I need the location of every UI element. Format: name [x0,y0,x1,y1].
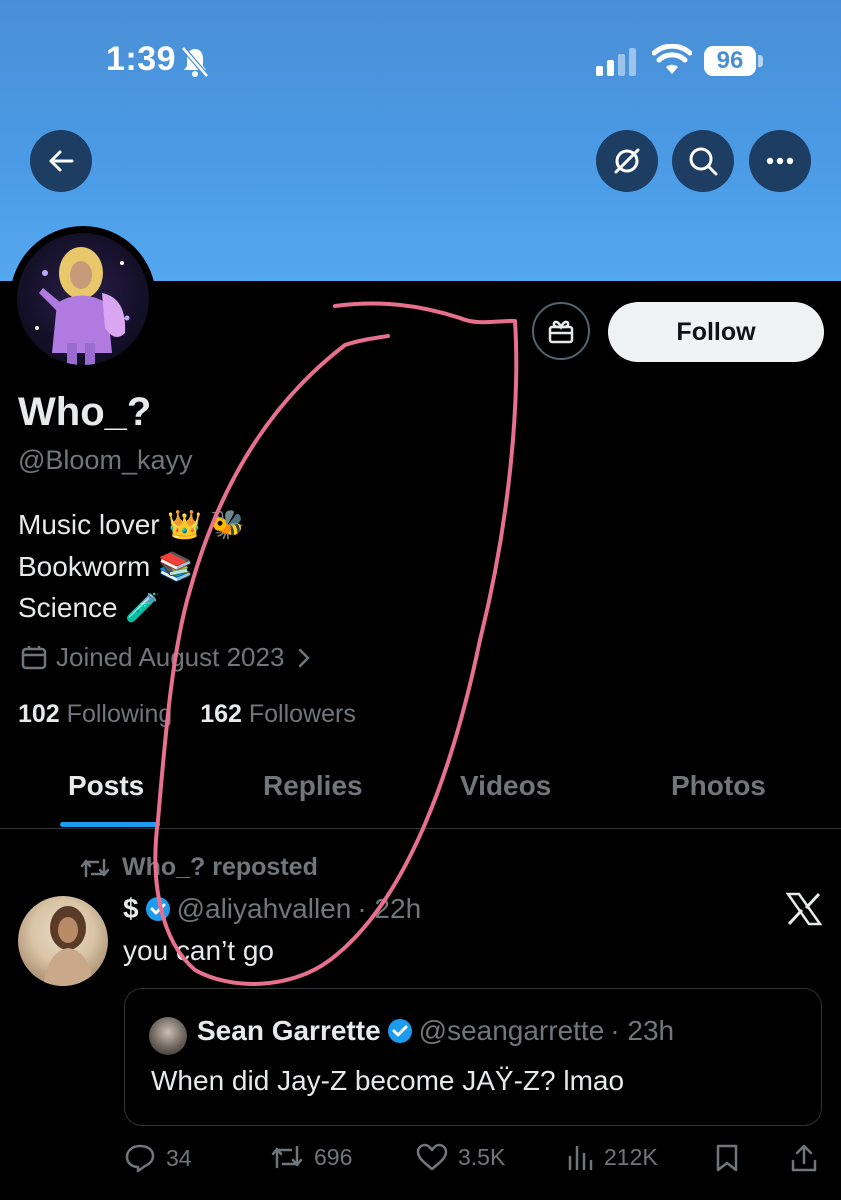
more-button[interactable] [749,130,811,192]
follow-button[interactable]: Follow [608,302,824,362]
bookmark-button[interactable] [714,1143,740,1173]
post-avatar-image [43,906,93,986]
following-link[interactable]: 102 Following [18,700,172,728]
following-count: 102 [18,700,60,728]
repost-button[interactable]: 696 [270,1143,352,1171]
cellular-signal-icon [596,48,636,76]
share-button[interactable] [790,1143,818,1173]
quoted-post[interactable]: Sean Garrette @seangarrette · 23h When d… [124,988,822,1126]
joined-label: Joined August 2023 [56,642,285,672]
views-button[interactable]: 212K [566,1143,658,1171]
tab-photos[interactable]: Photos [671,770,766,802]
grok-icon [614,148,640,174]
post-time: · 22h [357,893,422,924]
followers-count: 162 [200,700,242,728]
followers-label: Followers [248,700,356,728]
search-button[interactable] [672,130,734,192]
tab-videos[interactable]: Videos [460,770,551,802]
battery-indicator: 96 [704,46,756,76]
wifi-icon [652,44,692,74]
quote-header: Sean Garrette @seangarrette · 23h [197,1015,674,1047]
avatar-illustration [35,247,130,365]
post-author-name[interactable]: $ [123,893,139,925]
quote-text: When did Jay-Z become JAŸ-Z? lmao [151,1065,625,1096]
bio-line-1: Music lover 👑 🐝 [18,509,245,540]
followers-link[interactable]: 162 Followers [200,700,356,728]
avatar-image [17,233,149,365]
grok-button[interactable] [596,130,658,192]
following-label: Following [66,700,173,728]
gift-button[interactable] [532,302,590,360]
tab-posts[interactable]: Posts [68,770,144,802]
repost-label: Who_? reposted [122,853,318,881]
reply-icon [125,1144,155,1173]
back-button[interactable] [30,130,92,192]
bell-muted-icon [181,46,209,78]
tab-replies[interactable]: Replies [263,770,363,802]
bookmark-icon [716,1144,738,1172]
x-logo-icon [786,892,822,926]
status-time: 1:39 [106,40,177,78]
post-author-avatar[interactable] [18,896,108,986]
follow-stats: 102 Following 162 Followers [18,700,356,729]
quote-time: · 23h [610,1015,675,1046]
quote-author-avatar [149,1017,187,1055]
verified-icon [387,1019,412,1043]
quote-author-handle: @seangarrette [418,1015,605,1046]
repost-indicator: Who_? reposted [80,853,318,882]
profile-avatar[interactable] [10,226,156,372]
calendar-icon [21,645,47,669]
post-author-handle[interactable]: @aliyahvallen [177,893,352,925]
like-button[interactable]: 3.5K [416,1143,505,1171]
like-icon [416,1143,448,1171]
tabs-divider [0,828,841,829]
profile-handle: @Bloom_kayy [18,445,193,475]
profile-display-name: Who_? [18,390,152,434]
verified-icon [145,897,170,921]
gift-icon [548,320,574,344]
repost-icon [80,858,110,877]
search-icon [689,147,718,176]
like-count: 3.5K [458,1143,506,1170]
bio-line-2: Bookworm 📚 [18,551,193,582]
quote-author-name: Sean Garrette [197,1015,381,1046]
more-icon [766,157,794,165]
reply-button[interactable]: 34 [124,1143,192,1173]
back-arrow-icon [49,150,74,172]
views-icon [568,1145,593,1171]
views-count: 212K [604,1143,658,1170]
battery-cap [758,55,763,67]
reply-count: 34 [166,1144,192,1171]
post-text: you can’t go [123,935,274,966]
share-icon [791,1144,817,1172]
post-header: $ @aliyahvallen · 22h [123,893,421,925]
joined-date[interactable]: Joined August 2023 [20,642,314,673]
repost-count: 696 [314,1143,353,1170]
repost-icon [271,1145,303,1169]
chevron-right-icon [299,648,311,667]
bio-line-3: Science 🧪 [18,592,161,623]
active-tab-indicator [60,822,160,827]
